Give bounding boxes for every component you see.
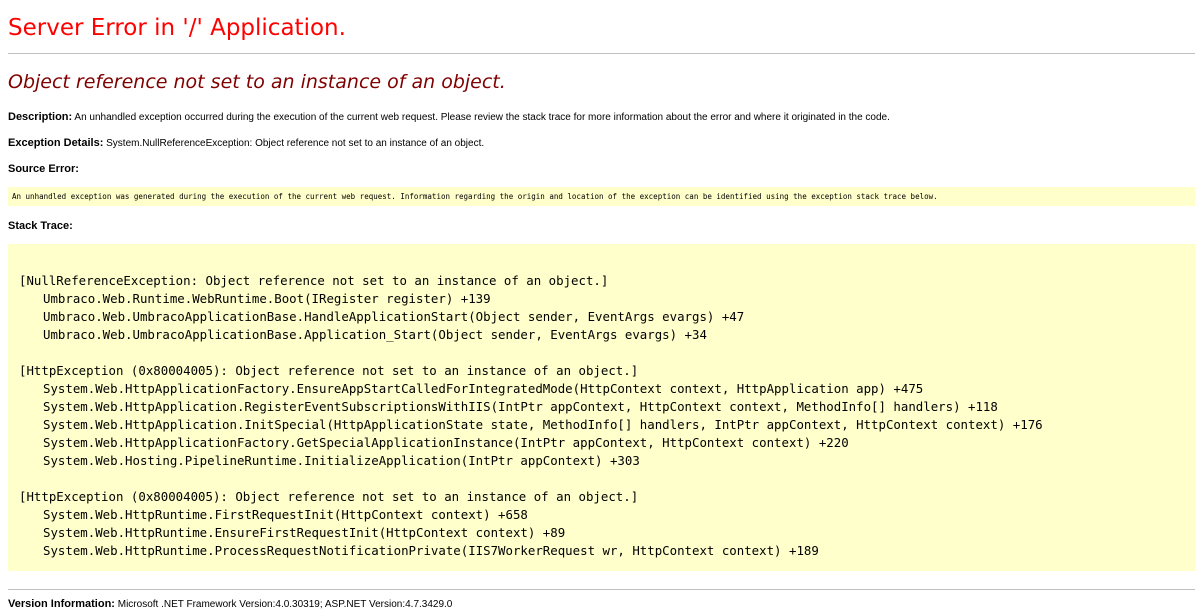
stack-trace-box[interactable]: [NullReferenceException: Object referenc… [8,244,1195,571]
source-error-label: Source Error: [8,163,79,175]
description-text: An unhandled exception occurred during t… [74,112,890,123]
version-info-label: Version Information: [8,598,115,610]
stack-frame: System.Web.HttpRuntime.FirstRequestInit(… [43,507,528,522]
stack-frame: System.Web.Hosting.PipelineRuntime.Initi… [43,453,640,468]
stack-trace-blank-line [19,470,1043,488]
stack-exception-header: [HttpException (0x80004005): Object refe… [19,489,639,504]
header-divider [8,53,1195,54]
version-info-section: Version Information: Microsoft .NET Fram… [8,597,452,612]
stack-exception-header: [HttpException (0x80004005): Object refe… [19,363,639,378]
stack-trace-section: Stack Trace: [8,219,73,234]
exception-details-section: Exception Details: System.NullReferenceE… [8,136,484,151]
footer-divider [8,589,1195,590]
stack-frame: Umbraco.Web.UmbracoApplicationBase.Handl… [43,309,745,324]
stack-trace-blank-line [19,344,1043,362]
description-label: Description: [8,111,73,123]
version-info-text: Microsoft .NET Framework Version:4.0.303… [117,599,453,610]
exception-details-text: System.NullReferenceException: Object re… [106,138,485,149]
stack-frame: Umbraco.Web.UmbracoApplicationBase.Appli… [43,327,707,342]
stack-frame: System.Web.HttpRuntime.ProcessRequestNot… [43,543,819,558]
error-message: Object reference not set to an instance … [8,71,506,93]
stack-frame: System.Web.HttpApplication.RegisterEvent… [43,399,998,414]
source-error-section: Source Error: [8,162,79,177]
stack-frame: System.Web.HttpRuntime.EnsureFirstReques… [43,525,566,540]
stack-frame: System.Web.HttpApplicationFactory.GetSpe… [43,435,849,450]
exception-details-label: Exception Details: [8,137,104,149]
stack-frame: System.Web.HttpApplication.InitSpecial(H… [43,417,1043,432]
stack-frame: Umbraco.Web.Runtime.WebRuntime.Boot(IReg… [43,291,491,306]
stack-exception-header: [NullReferenceException: Object referenc… [19,273,609,288]
page-title: Server Error in '/' Application. [8,15,346,41]
source-error-text: An unhandled exception was generated dur… [12,192,938,201]
stack-trace-label: Stack Trace: [8,220,73,232]
stack-frame: System.Web.HttpApplicationFactory.Ensure… [43,381,924,396]
source-error-box[interactable]: An unhandled exception was generated dur… [8,187,1195,206]
stack-trace-lines: [NullReferenceException: Object referenc… [19,272,1043,560]
description-section: Description: An unhandled exception occu… [8,110,890,125]
